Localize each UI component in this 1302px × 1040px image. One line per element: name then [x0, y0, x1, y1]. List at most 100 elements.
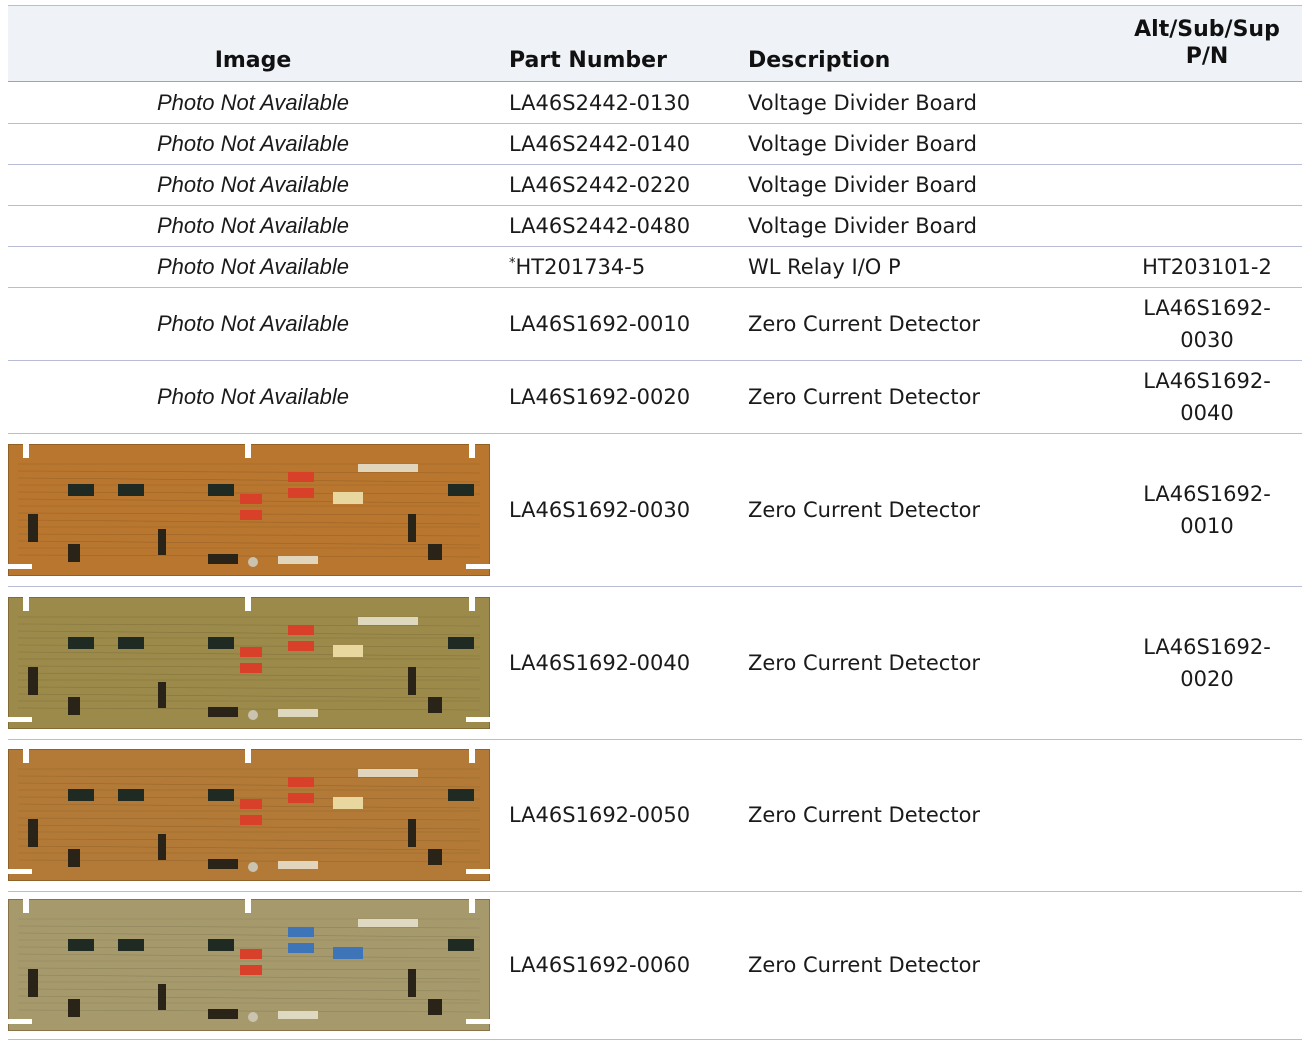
description-cell: Voltage Divider Board: [748, 164, 977, 205]
photo-not-available-text: Photo Not Available: [156, 212, 350, 238]
description-cell: Zero Current Detector: [748, 891, 980, 1039]
description-cell: Voltage Divider Board: [748, 82, 977, 123]
alt-part-number-cell: LA46S1692- 0020: [1112, 586, 1302, 739]
part-number: LA46S2442-0480: [509, 213, 691, 238]
photo-not-available-text: Photo Not Available: [156, 383, 350, 409]
image-cell: [8, 739, 498, 891]
header-alt-line2: P/N: [1185, 44, 1229, 69]
table-row: Photo Not Available LA46S2442-0480 Voltage…: [8, 205, 1302, 247]
table-row: LA46S1692-0030 Zero Current Detector LA46S…: [8, 433, 1302, 587]
part-number: LA46S1692-0030: [509, 497, 691, 522]
alt-part-number-line2: 0030: [1180, 327, 1234, 352]
header-alt-sub-sup-pn: Alt/Sub/Sup P/N: [1112, 16, 1302, 70]
image-cell: Photo Not Available: [8, 82, 498, 123]
part-number-cell: LA46S1692-0010: [509, 287, 690, 360]
photo-not-available-text: Photo Not Available: [156, 253, 350, 279]
part-number-cell: LA46S1692-0050: [509, 739, 690, 891]
description-cell: WL Relay I/O P: [748, 246, 901, 287]
description-cell: Voltage Divider Board: [748, 123, 977, 164]
part-number: LA46S2442-0140: [509, 131, 691, 156]
table-row: Photo Not Available LA46S1692-0020 Zero Cu…: [8, 360, 1302, 434]
circuit-board-photo: [8, 596, 490, 729]
table-row: Photo Not Available LA46S2442-0220 Voltage…: [8, 164, 1302, 206]
alt-part-number-line2: 0040: [1180, 400, 1234, 425]
description: Voltage Divider Board: [748, 131, 977, 156]
part-number-cell: LA46S2442-0130: [509, 82, 690, 123]
table-row: Photo Not Available * HT201734-5 WL Relay I…: [8, 246, 1302, 288]
alt-part-number-cell: [1112, 123, 1302, 164]
part-number-cell: LA46S1692-0040: [509, 586, 690, 739]
description-cell: Zero Current Detector: [748, 739, 980, 891]
part-number: LA46S2442-0220: [509, 172, 691, 197]
part-number: HT201734-5: [515, 254, 646, 279]
image-cell: [8, 891, 498, 1039]
description: Zero Current Detector: [748, 497, 981, 522]
alt-part-number-cell: LA46S1692- 0030: [1112, 287, 1302, 360]
part-number-cell: LA46S2442-0480: [509, 205, 690, 246]
alt-part-number-line2: 0020: [1180, 666, 1234, 691]
header-alt-line1: Alt/Sub/Sup: [1134, 17, 1280, 42]
part-number: LA46S1692-0020: [509, 384, 691, 409]
description: Zero Current Detector: [748, 803, 981, 827]
image-cell: Photo Not Available: [8, 123, 498, 164]
table-header: Image Part Number Description Alt/Sub/Su…: [8, 6, 1302, 82]
description: Voltage Divider Board: [748, 90, 977, 115]
table-row: Photo Not Available LA46S1692-0010 Zero Cu…: [8, 287, 1302, 361]
photo-not-available-text: Photo Not Available: [156, 130, 350, 156]
alt-part-number-line1: LA46S1692-: [1143, 295, 1271, 320]
description: Zero Current Detector: [748, 650, 981, 675]
image-cell: [8, 433, 498, 586]
alt-part-number-cell: LA46S1692- 0040: [1112, 360, 1302, 433]
circuit-board-photo: [8, 749, 490, 881]
image-cell: Photo Not Available: [8, 164, 498, 205]
alt-part-number-line1: LA46S1692-: [1143, 481, 1271, 506]
image-cell: Photo Not Available: [8, 287, 498, 360]
image-cell: Photo Not Available: [8, 246, 498, 287]
part-number: LA46S1692-0050: [509, 803, 691, 827]
alt-part-number-cell: [1112, 739, 1302, 891]
image-cell: [8, 586, 498, 739]
circuit-board-photo: [8, 899, 490, 1031]
part-number: LA46S1692-0040: [509, 650, 691, 675]
description-cell: Zero Current Detector: [748, 287, 980, 360]
description: Zero Current Detector: [748, 311, 981, 336]
table-row: LA46S1692-0060 Zero Current Detector: [8, 891, 1302, 1040]
image-cell: Photo Not Available: [8, 360, 498, 433]
table-row: Photo Not Available LA46S2442-0140 Voltage…: [8, 123, 1302, 165]
alt-part-number-line1: LA46S1692-: [1143, 368, 1271, 393]
part-number-cell: LA46S1692-0060: [509, 891, 690, 1039]
part-number-cell: * HT201734-5: [509, 246, 645, 287]
part-number: LA46S1692-0010: [509, 311, 691, 336]
description: Voltage Divider Board: [748, 213, 977, 238]
description: Zero Current Detector: [748, 953, 981, 977]
image-cell: Photo Not Available: [8, 205, 498, 246]
header-image: Image: [214, 48, 292, 73]
part-number-cell: LA46S1692-0020: [509, 360, 690, 433]
alt-part-number-line1: HT203101-2: [1142, 254, 1272, 279]
alt-part-number-cell: [1112, 82, 1302, 123]
description-cell: Zero Current Detector: [748, 586, 980, 739]
alt-part-number-cell: [1112, 891, 1302, 1039]
part-number-cell: LA46S2442-0140: [509, 123, 690, 164]
photo-not-available-text: Photo Not Available: [156, 310, 350, 336]
table-row: Photo Not Available LA46S2442-0130 Voltage…: [8, 82, 1302, 124]
description-cell: Zero Current Detector: [748, 360, 980, 433]
alt-part-number-line2: 0010: [1180, 513, 1234, 538]
part-number-asterisk: *: [509, 256, 516, 271]
photo-not-available-text: Photo Not Available: [156, 89, 350, 115]
table-row: LA46S1692-0040 Zero Current Detector LA46S…: [8, 586, 1302, 740]
part-number-cell: LA46S1692-0030: [509, 433, 690, 586]
photo-not-available-text: Photo Not Available: [156, 171, 350, 197]
description: Zero Current Detector: [748, 384, 981, 409]
alt-part-number-cell: [1112, 164, 1302, 205]
part-number: LA46S1692-0060: [509, 953, 691, 977]
part-number-cell: LA46S2442-0220: [509, 164, 690, 205]
description: WL Relay I/O P: [748, 254, 901, 279]
circuit-board-photo: [8, 443, 490, 576]
table-row: LA46S1692-0050 Zero Current Detector: [8, 739, 1302, 892]
alt-part-number-cell: HT203101-2: [1112, 246, 1302, 287]
description-cell: Voltage Divider Board: [748, 205, 977, 246]
header-part-number: Part Number: [509, 48, 667, 73]
alt-part-number-cell: LA46S1692- 0010: [1112, 433, 1302, 586]
description-cell: Zero Current Detector: [748, 433, 980, 586]
